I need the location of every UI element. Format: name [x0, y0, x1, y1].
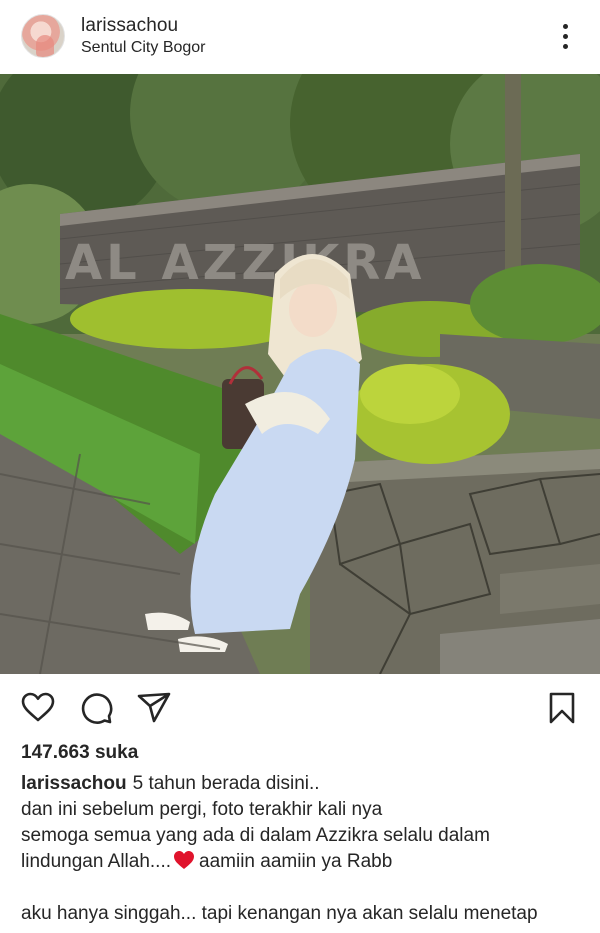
- photo-scene: AL AZZIKRA: [0, 74, 600, 674]
- more-options-button[interactable]: [552, 20, 578, 54]
- caption-line: semoga semua yang ada di dalam Azzikra s…: [21, 825, 490, 846]
- red-heart-emoji-icon: [174, 851, 195, 869]
- caption-line: aku hanya singgah... tapi kenangan nya a…: [21, 903, 538, 924]
- post-photo[interactable]: AL AZZIKRA: [0, 74, 600, 674]
- comment-bubble-icon: [81, 693, 113, 724]
- like-button[interactable]: [20, 690, 56, 726]
- post-caption: larissachou 5 tahun berada disini.. dan i…: [21, 771, 581, 927]
- bookmark-outline-icon: [549, 692, 575, 724]
- comment-button[interactable]: [78, 690, 114, 726]
- caption-username[interactable]: larissachou: [21, 773, 127, 794]
- paper-plane-icon: [137, 692, 171, 723]
- caption-line: larissachou 5 tahun berada disini..: [21, 771, 581, 797]
- caption-line: lindungan Allah.... aamiin aamiin ya Rabb: [21, 849, 581, 875]
- more-vertical-icon: [563, 24, 568, 29]
- avatar[interactable]: [21, 14, 65, 58]
- caption-text: aamiin aamiin ya Rabb: [199, 851, 393, 872]
- post-action-bar: [0, 684, 600, 732]
- wall-sign-text: AL AZZIKRA: [65, 235, 425, 291]
- caption-line: dan ini sebelum pergi, foto terakhir kal…: [21, 799, 383, 820]
- more-dot: [563, 44, 568, 49]
- post-header: larissachou Sentul City Bogor: [0, 0, 600, 74]
- likes-count[interactable]: 147.663 suka: [21, 742, 138, 764]
- caption-text: lindungan Allah....: [21, 851, 172, 872]
- share-button[interactable]: [136, 690, 172, 726]
- caption-text: 5 tahun berada disini..: [132, 773, 320, 794]
- more-dot: [563, 34, 568, 39]
- heart-outline-icon: [21, 692, 55, 722]
- post-username[interactable]: larissachou: [81, 15, 178, 37]
- save-button[interactable]: [544, 690, 580, 726]
- post-location[interactable]: Sentul City Bogor: [81, 39, 206, 57]
